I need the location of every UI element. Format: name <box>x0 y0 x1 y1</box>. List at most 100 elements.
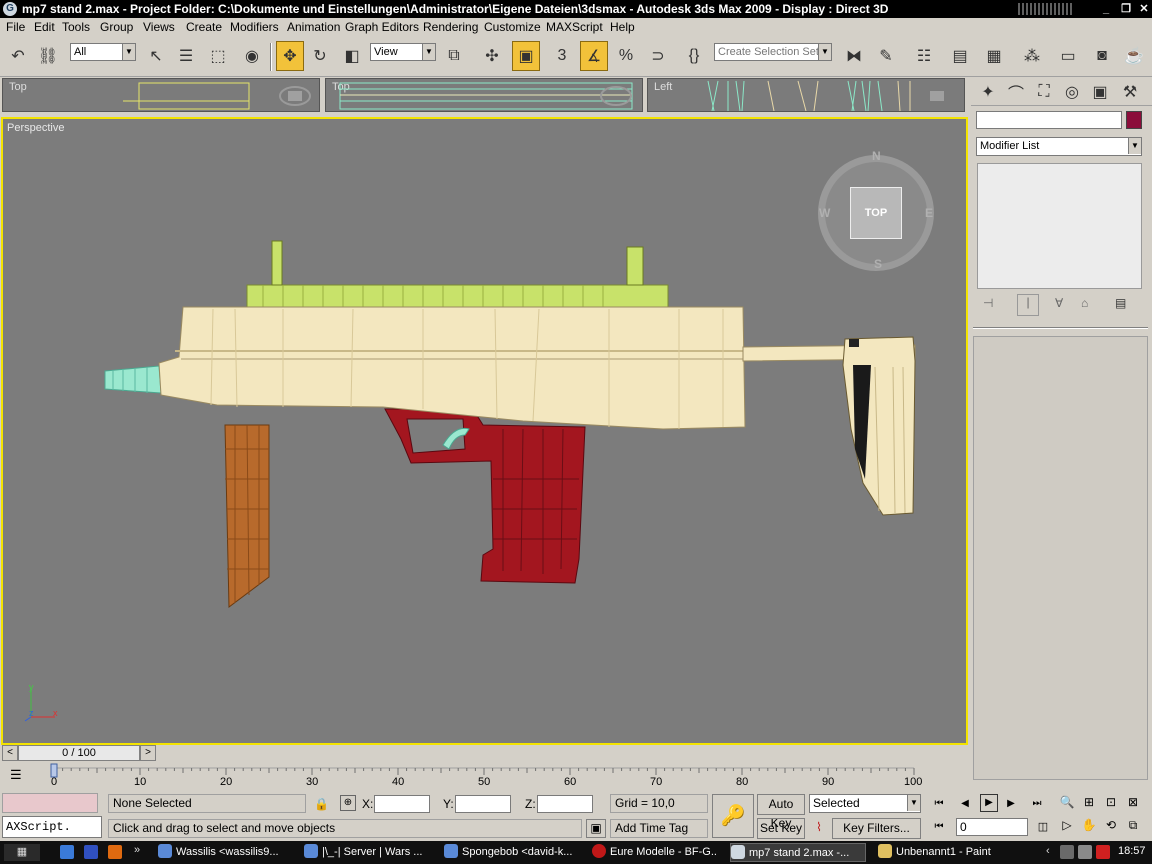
maxscript-listener-output[interactable] <box>2 793 98 813</box>
quicklaunch-rss-icon[interactable] <box>108 845 122 859</box>
time-slider-prev-icon[interactable]: < <box>2 745 18 761</box>
app-icon[interactable]: G <box>3 2 17 16</box>
x-coordinate-field[interactable] <box>374 795 430 813</box>
quicklaunch-more-icon[interactable]: » <box>134 844 140 856</box>
show-end-result-icon[interactable]: | <box>1017 294 1039 316</box>
current-frame-field[interactable]: 0 <box>956 818 1028 836</box>
previous-frame-icon[interactable]: ◀ <box>956 795 974 813</box>
menu-help[interactable]: Help <box>610 20 635 35</box>
menu-modifiers[interactable]: Modifiers <box>230 20 279 35</box>
material-editor-icon[interactable]: ⁂ <box>1018 41 1046 71</box>
menu-views[interactable]: Views <box>143 20 175 35</box>
undo-icon[interactable]: ↶ <box>4 41 32 71</box>
pan-view-icon[interactable]: ✋ <box>1080 818 1098 836</box>
menu-rendering[interactable]: Rendering <box>423 20 478 35</box>
viewport-left[interactable]: Left <box>647 78 965 112</box>
select-and-move-icon[interactable]: ✥ <box>276 41 304 71</box>
make-unique-icon[interactable]: ∀ <box>1055 296 1063 310</box>
key-filters-button[interactable]: Key Filters... <box>832 818 921 839</box>
manipulate-icon[interactable]: ✣ <box>478 41 506 71</box>
next-frame-icon[interactable]: ▶ <box>1002 795 1020 813</box>
field-of-view-icon[interactable]: ▷ <box>1058 818 1076 836</box>
menu-animation[interactable]: Animation <box>287 20 340 35</box>
layer-manager-icon[interactable]: ☷ <box>910 41 938 71</box>
modifier-list-dropdown[interactable]: Modifier List ▼ <box>976 137 1142 156</box>
zoom-extents-all-icon[interactable]: ⊠ <box>1124 795 1142 813</box>
go-to-start-icon[interactable]: ⏮ <box>930 795 948 813</box>
taskbar-item-active[interactable]: mp7 stand 2.max -... <box>730 843 866 862</box>
tray-network-icon[interactable] <box>1060 845 1074 859</box>
configure-modifier-sets-icon[interactable]: ▤ <box>1115 296 1126 310</box>
quicklaunch-desktop-icon[interactable] <box>84 845 98 859</box>
play-icon[interactable]: ▶ <box>980 794 998 812</box>
taskbar-item[interactable]: Unbenannt1 - Paint <box>878 843 1006 862</box>
select-object-icon[interactable]: ↖ <box>142 41 170 71</box>
restore-icon[interactable]: ❐ <box>1118 1 1134 17</box>
default-tangent-icon[interactable]: ⌇ <box>809 818 829 839</box>
time-slider-next-icon[interactable]: > <box>140 745 156 761</box>
modify-tab-icon[interactable]: ⌒ <box>1003 79 1029 105</box>
link-icon[interactable]: ⛓ <box>34 41 62 71</box>
pivot-center-icon[interactable]: ⧉ <box>440 41 468 71</box>
maxscript-mini-listener[interactable]: AXScript. <box>2 816 102 838</box>
quick-render-icon[interactable]: ☕ <box>1120 41 1148 71</box>
menu-graph-editors[interactable]: Graph Editors <box>345 20 419 35</box>
remove-modifier-icon[interactable]: ⌂ <box>1081 296 1088 310</box>
hierarchy-tab-icon[interactable]: ⛶ <box>1031 79 1057 105</box>
zoom-icon[interactable]: 🔍 <box>1058 795 1076 813</box>
start-button-icon[interactable]: ▦ <box>4 844 40 861</box>
y-coordinate-field[interactable] <box>455 795 511 813</box>
zoom-all-icon[interactable]: ⊞ <box>1080 795 1098 813</box>
time-tag-icon[interactable]: ▣ <box>586 819 606 838</box>
time-configuration-icon[interactable]: ◫ <box>1034 818 1052 836</box>
viewcube-compass-n[interactable]: N <box>872 149 881 163</box>
viewcube[interactable]: TOP N S W E <box>818 149 934 271</box>
time-slider-thumb[interactable]: 0 / 100 <box>18 745 140 761</box>
angle-snap-icon[interactable]: ∡ <box>580 41 608 71</box>
rendered-frame-window-icon[interactable]: ◙ <box>1088 41 1116 71</box>
create-tab-icon[interactable]: ✦ <box>975 79 1001 105</box>
edit-named-selection-icon[interactable]: {} <box>680 41 708 71</box>
spinner-snap-icon[interactable]: ⊃ <box>644 41 672 71</box>
menu-create[interactable]: Create <box>186 20 222 35</box>
keyboard-shortcut-override-icon[interactable]: ▣ <box>512 41 540 71</box>
display-tab-icon[interactable]: ▣ <box>1087 79 1113 105</box>
viewport-perspective[interactable]: Perspective TOP N S W E y x z <box>1 117 968 745</box>
maximize-viewport-icon[interactable]: ⧉ <box>1124 818 1142 836</box>
z-coordinate-field[interactable] <box>537 795 593 813</box>
menu-customize[interactable]: Customize <box>484 20 541 35</box>
viewcube-compass-w[interactable]: W <box>819 206 830 220</box>
pin-stack-icon[interactable]: ⊣ <box>983 296 993 310</box>
utilities-tab-icon[interactable]: ⚒ <box>1117 79 1143 105</box>
set-key-icon[interactable]: 🔑 <box>712 794 754 838</box>
viewport-front[interactable]: Top <box>325 78 643 112</box>
viewcube-compass-e[interactable]: E <box>925 206 933 220</box>
key-mode-dropdown[interactable]: Selected ▼ <box>809 794 921 813</box>
motion-tab-icon[interactable]: ◎ <box>1059 79 1085 105</box>
menu-tools[interactable]: Tools <box>62 20 90 35</box>
viewport-top[interactable]: Top <box>2 78 320 112</box>
quicklaunch-ie-icon[interactable] <box>60 845 74 859</box>
rectangular-selection-icon[interactable]: ⬚ <box>204 41 232 71</box>
menu-group[interactable]: Group <box>100 20 133 35</box>
tray-expand-icon[interactable]: ‹ <box>1046 845 1050 857</box>
add-time-tag-button[interactable]: Add Time Tag <box>610 819 708 838</box>
reference-coordinate-dropdown[interactable]: View ▼ <box>370 43 436 61</box>
taskbar-item[interactable]: Spongebob <david-k... <box>444 843 578 862</box>
menu-file[interactable]: File <box>6 20 25 35</box>
viewcube-compass-s[interactable]: S <box>874 257 882 271</box>
object-name-field[interactable] <box>976 111 1122 129</box>
mirror-icon[interactable]: ⧓ <box>840 41 868 71</box>
align-icon[interactable]: ✎ <box>872 41 900 71</box>
menu-maxscript[interactable]: MAXScript <box>546 20 603 35</box>
minimize-icon[interactable]: _ <box>1098 1 1114 17</box>
select-and-rotate-icon[interactable]: ↻ <box>306 41 334 71</box>
taskbar-item[interactable]: |\_-| Server | Wars ... <box>304 843 428 862</box>
schematic-view-icon[interactable]: ▦ <box>980 41 1008 71</box>
tray-volume-icon[interactable] <box>1078 845 1092 859</box>
absolute-mode-icon[interactable]: ⊕ <box>340 795 356 811</box>
object-color-swatch[interactable] <box>1126 111 1142 129</box>
key-mode-toggle-icon[interactable]: ⏮ <box>930 818 948 836</box>
modifier-stack[interactable] <box>977 163 1142 289</box>
viewcube-top-face[interactable]: TOP <box>850 187 902 239</box>
